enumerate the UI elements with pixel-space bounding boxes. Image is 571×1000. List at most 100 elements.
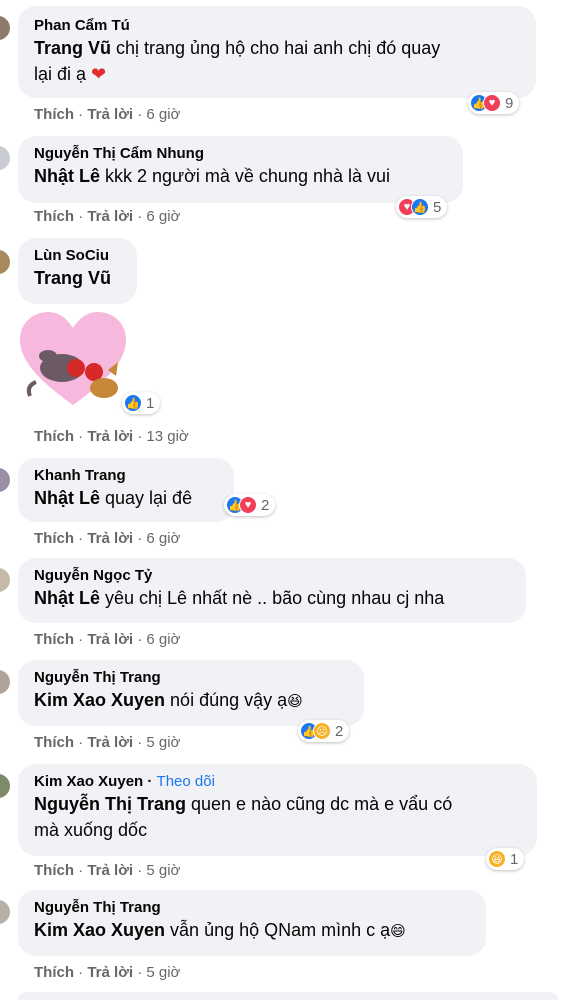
- mention-link[interactable]: Kim Xao Xuyen: [34, 920, 165, 940]
- like-reaction-icon: 👍: [411, 198, 429, 216]
- reply-action[interactable]: Trả lời: [87, 862, 133, 879]
- comment-text-line: chị trang ủng hộ cho hai anh chị đó quay: [111, 38, 441, 58]
- avatar[interactable]: [0, 670, 10, 694]
- comment-bubble: Kim Xao Xuyen · Theo dõi Nguyễn Thị Tran…: [18, 764, 537, 856]
- separator: ·: [133, 631, 147, 648]
- laughing-emoji-icon: 😆: [287, 693, 303, 710]
- comment-actions: Thích · Trả lời · 6 giờ: [34, 208, 180, 225]
- like-action[interactable]: Thích: [34, 208, 74, 225]
- comment-author[interactable]: Lùn SoCiu: [34, 246, 121, 265]
- love-reaction-icon: ♥: [239, 496, 257, 514]
- like-action[interactable]: Thích: [34, 631, 74, 648]
- avatar[interactable]: [0, 146, 10, 170]
- comment-time[interactable]: 6 giờ: [146, 208, 180, 225]
- reaction-summary[interactable]: 👍 1: [122, 392, 161, 414]
- comment-text-line: mà xuống dốc: [34, 820, 148, 840]
- separator: ·: [133, 862, 147, 879]
- like-action[interactable]: Thích: [34, 734, 74, 751]
- comment-text: lại đi ạ ❤: [34, 61, 520, 87]
- mention-link[interactable]: Trang Vũ: [34, 38, 111, 58]
- comment-text-line: nói đúng vậy ạ: [165, 690, 288, 710]
- comment-text-line: quay lại đê: [100, 488, 193, 508]
- comment-author[interactable]: Nguyễn Ngọc Tỷ: [34, 566, 510, 585]
- avatar[interactable]: [0, 468, 10, 492]
- like-action[interactable]: Thích: [34, 964, 74, 981]
- avatar[interactable]: [0, 774, 10, 798]
- comment-text: Nhật Lê kkk 2 người mà về chung nhà là v…: [34, 163, 447, 189]
- heart-emoji-icon: ❤: [91, 64, 107, 84]
- comment-text: mà xuống dốc: [34, 817, 521, 843]
- heart-cat-sticker: [20, 312, 126, 405]
- reply-action[interactable]: Trả lời: [87, 530, 133, 547]
- comment-author[interactable]: Nguyễn Thị Trang: [34, 668, 348, 687]
- separator: ·: [74, 530, 88, 547]
- reply-action[interactable]: Trả lời: [87, 428, 133, 445]
- comment-time[interactable]: 6 giờ: [146, 530, 180, 547]
- reaction-count: 5: [433, 198, 442, 216]
- comment-time[interactable]: 5 giờ: [146, 964, 180, 981]
- comment-bubble: Phan Cẩm Tú Trang Vũ chị trang ủng hộ ch…: [18, 6, 536, 98]
- mention-link[interactable]: Trang Vũ: [34, 268, 111, 288]
- comment-author: Kim Xao Xuyen · Theo dõi: [34, 773, 215, 790]
- comment-time[interactable]: 13 giờ: [146, 428, 188, 445]
- reaction-summary[interactable]: ♥ 👍 5: [396, 196, 448, 218]
- separator: ·: [74, 964, 88, 981]
- comment-actions: Thích · Trả lời · 6 giờ: [34, 631, 180, 648]
- like-action[interactable]: Thích: [34, 106, 74, 123]
- comment-bubble: Lùn SoCiu Trang Vũ: [18, 238, 137, 304]
- comment-actions: Thích · Trả lời · 13 giờ: [34, 428, 189, 445]
- reply-action[interactable]: Trả lời: [87, 964, 133, 981]
- avatar[interactable]: [0, 900, 10, 924]
- mention-link[interactable]: Kim Xao Xuyen: [34, 690, 165, 710]
- comment-author[interactable]: Nguyễn Thị Trang: [34, 898, 470, 917]
- reaction-summary[interactable]: 👍 ♥ 9: [468, 92, 520, 114]
- follow-button[interactable]: Theo dõi: [157, 773, 215, 790]
- reaction-count: 2: [335, 722, 344, 740]
- separator: ·: [74, 428, 88, 445]
- comment-text-line: vẫn ủng hộ QNam mình c ạ: [165, 920, 391, 940]
- comment-actions: Thích · Trả lời · 6 giờ: [34, 106, 180, 123]
- reaction-summary[interactable]: 👍 ☹ 2: [298, 720, 350, 742]
- haha-reaction-icon: 😆: [488, 850, 506, 868]
- like-action[interactable]: Thích: [34, 862, 74, 879]
- comment-text: Trang Vũ chị trang ủng hộ cho hai anh ch…: [34, 35, 520, 61]
- reaction-count: 2: [261, 496, 270, 514]
- separator: ·: [74, 106, 88, 123]
- avatar[interactable]: [0, 16, 10, 40]
- comment-author[interactable]: Nguyễn Thị Cẩm Nhung: [34, 144, 447, 163]
- separator: ·: [133, 208, 147, 225]
- mention-link[interactable]: Nhật Lê: [34, 166, 100, 186]
- reply-action[interactable]: Trả lời: [87, 106, 133, 123]
- comment-time[interactable]: 6 giờ: [146, 631, 180, 648]
- comment-text-line: lại đi ạ: [34, 64, 87, 84]
- reaction-count: 1: [146, 394, 155, 412]
- mention-link[interactable]: Nhật Lê: [34, 588, 100, 608]
- reaction-summary[interactable]: 👍 ♥ 2: [224, 494, 276, 516]
- mention-link[interactable]: Nguyễn Thị Trang: [34, 794, 186, 814]
- comment-author-name[interactable]: Kim Xao Xuyen: [34, 773, 143, 790]
- comment-actions: Thích · Trả lời · 5 giờ: [34, 734, 180, 751]
- comment-author[interactable]: Phan Cẩm Tú: [34, 16, 520, 35]
- comment-actions: Thích · Trả lời · 5 giờ: [34, 964, 180, 981]
- separator: ·: [133, 964, 147, 981]
- reply-action[interactable]: Trả lời: [87, 734, 133, 751]
- like-action[interactable]: Thích: [34, 428, 74, 445]
- comment-text-line: yêu chị Lê nhất nè .. bão cùng nhau cj n…: [100, 588, 445, 608]
- comment-author[interactable]: Khanh Trang: [34, 466, 218, 485]
- comment-time[interactable]: 6 giờ: [146, 106, 180, 123]
- like-reaction-icon: 👍: [124, 394, 142, 412]
- separator: ·: [133, 734, 147, 751]
- comment-time[interactable]: 5 giờ: [146, 734, 180, 751]
- reaction-count: 9: [505, 94, 514, 112]
- comment-bubble: Nguyễn Thị Cẩm Nhung Nhật Lê kkk 2 người…: [18, 136, 463, 203]
- smile-emoji-icon: 😄: [390, 923, 406, 940]
- avatar[interactable]: [0, 568, 10, 592]
- comment-time[interactable]: 5 giờ: [146, 862, 180, 879]
- mention-link[interactable]: Nhật Lê: [34, 488, 100, 508]
- avatar[interactable]: [0, 250, 10, 274]
- reaction-summary[interactable]: 😆 1: [486, 848, 525, 870]
- comment-text: Kim Xao Xuyen vẫn ủng hộ QNam mình c ạ😄: [34, 917, 470, 945]
- like-action[interactable]: Thích: [34, 530, 74, 547]
- reply-action[interactable]: Trả lời: [87, 631, 133, 648]
- reply-action[interactable]: Trả lời: [87, 208, 133, 225]
